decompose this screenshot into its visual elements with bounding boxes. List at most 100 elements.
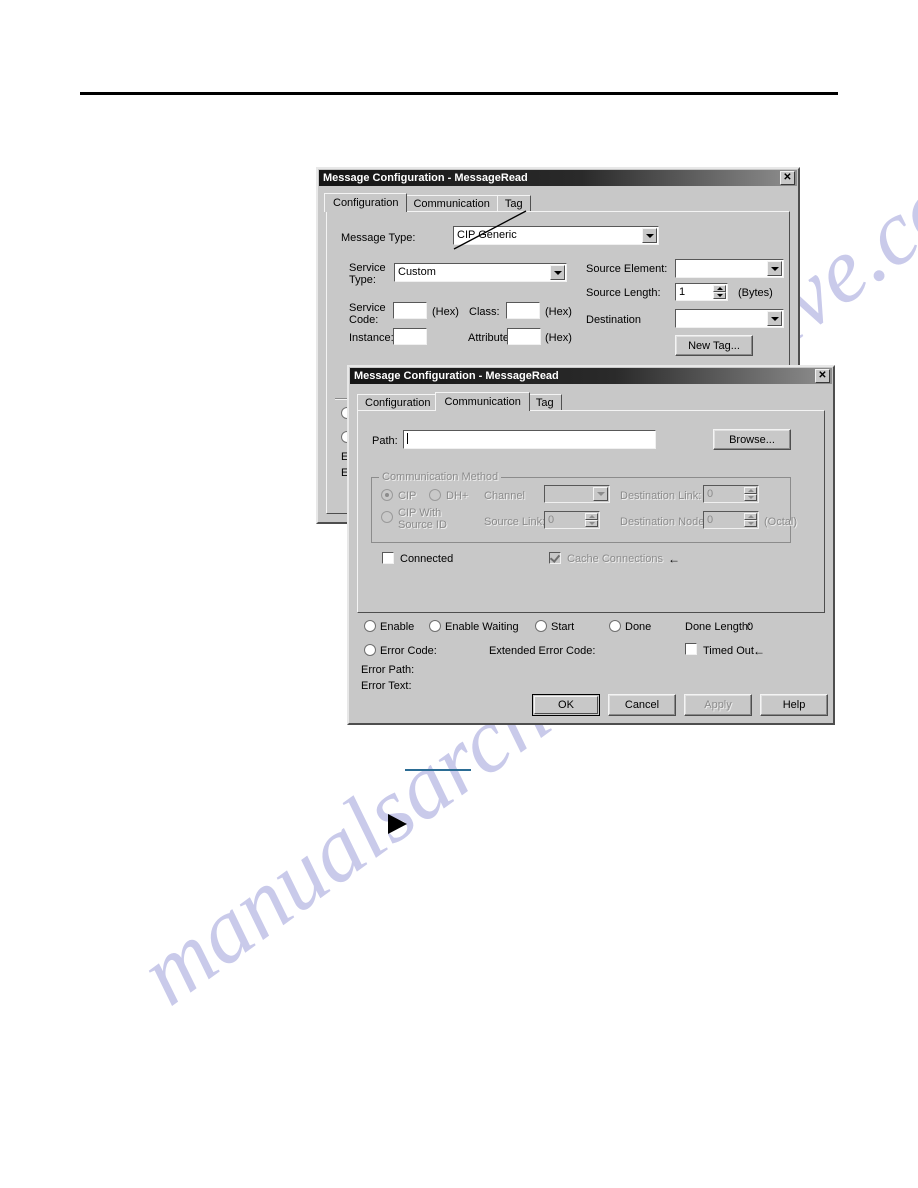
chevron-down-icon[interactable]	[767, 261, 782, 276]
status-start-radio[interactable]	[535, 620, 547, 632]
status-done-radio[interactable]	[609, 620, 621, 632]
destination-node-value: 0	[707, 514, 714, 526]
service-type-combo[interactable]: Custom	[394, 263, 567, 282]
status-error-code-label: Error Code:	[380, 645, 437, 657]
done-length-label: Done Length:	[685, 621, 752, 633]
spinner-up-icon[interactable]	[744, 513, 757, 520]
service-type-label-line2: Type:	[349, 274, 376, 286]
ok-button-label: OK	[534, 696, 598, 714]
source-link-stepper[interactable]: 0	[544, 511, 600, 529]
destination-label: Destination	[586, 314, 642, 326]
message-configuration-dialog-communication: Message Configuration - MessageRead ✕ Co…	[347, 365, 835, 725]
ok-button[interactable]: OK	[532, 694, 600, 716]
radio-dhplus[interactable]	[429, 489, 441, 501]
spinner-buttons[interactable]	[713, 285, 726, 299]
instance-input[interactable]	[393, 328, 427, 345]
tab-tag[interactable]: Tag	[496, 195, 531, 212]
connected-label: Connected	[400, 553, 454, 565]
extended-error-code-label: Extended Error Code:	[489, 645, 596, 657]
status-error-text-label: Error Text:	[361, 680, 412, 692]
source-length-stepper[interactable]: 1	[675, 283, 728, 301]
status-done-label: Done	[625, 621, 652, 633]
close-icon[interactable]: ✕	[815, 369, 830, 383]
spinner-down-icon[interactable]	[744, 494, 757, 501]
status-error-path-label: Error Path:	[361, 664, 415, 676]
tab-configuration-label: Configuration	[365, 397, 431, 409]
dialog1-tabstrip: Configuration Communication Tag	[324, 193, 531, 212]
source-link-value: 0	[548, 514, 555, 526]
dialog1-titlebar[interactable]: Message Configuration - MessageRead ✕	[319, 170, 797, 186]
text-caret	[407, 433, 408, 444]
destination-combo[interactable]	[675, 309, 784, 328]
status-enable-waiting-radio[interactable]	[429, 620, 441, 632]
play-triangle-marker	[388, 814, 407, 834]
chevron-down-icon[interactable]	[550, 265, 565, 280]
tab-communication-label: Communication	[444, 396, 521, 408]
timed-out-checkbox[interactable]	[685, 643, 697, 655]
attribute-input[interactable]	[507, 328, 541, 345]
tab-configuration[interactable]: Configuration	[357, 394, 439, 411]
radio-cip[interactable]	[381, 489, 393, 501]
service-code-label-line2: Code:	[349, 314, 379, 326]
destination-link-value: 0	[707, 488, 714, 500]
service-code-hex-suffix: (Hex)	[432, 306, 459, 318]
class-label: Class:	[469, 306, 500, 318]
spinner-up-icon[interactable]	[713, 285, 726, 292]
status-start-label: Start	[551, 621, 575, 633]
tab-tag[interactable]: Tag	[527, 394, 562, 411]
dialog1-title: Message Configuration - MessageRead	[323, 172, 528, 184]
tab-configuration[interactable]: Configuration	[324, 193, 408, 212]
radio-dhplus-label: DH+	[446, 490, 469, 502]
spinner-up-icon[interactable]	[585, 513, 598, 520]
tab-tag-label: Tag	[535, 397, 554, 409]
service-type-label-line1: Service	[349, 262, 386, 274]
channel-combo[interactable]	[544, 485, 610, 503]
chevron-down-icon[interactable]	[593, 487, 608, 501]
spinner-buttons[interactable]	[744, 513, 757, 527]
tab-communication[interactable]: Communication	[435, 392, 530, 411]
radio-cip-with-source-id-label-line1: CIP With	[398, 507, 442, 519]
spinner-down-icon[interactable]	[585, 520, 598, 527]
spinner-buttons[interactable]	[744, 487, 757, 501]
status-error-code-radio[interactable]	[364, 644, 376, 656]
tab-tag-label: Tag	[504, 198, 523, 210]
service-code-label-line1: Service	[349, 302, 386, 314]
source-element-combo[interactable]	[675, 259, 784, 278]
close-icon[interactable]: ✕	[780, 171, 795, 185]
class-input[interactable]	[506, 302, 540, 319]
destination-value	[676, 310, 766, 327]
destination-link-stepper[interactable]: 0	[703, 485, 759, 503]
status-enable-waiting-label: Enable Waiting	[445, 621, 519, 633]
attribute-hex-suffix: (Hex)	[545, 332, 572, 344]
chevron-down-icon[interactable]	[767, 311, 782, 326]
spinner-down-icon[interactable]	[744, 520, 757, 527]
path-input[interactable]	[403, 430, 656, 449]
message-type-combo[interactable]: CIP Generic	[453, 226, 659, 245]
destination-node-stepper[interactable]: 0	[703, 511, 759, 529]
browse-button[interactable]: Browse...	[713, 429, 791, 450]
cache-connections-checkbox[interactable]	[549, 552, 561, 564]
timed-out-label: Timed Out	[703, 645, 754, 657]
dialog2-titlebar[interactable]: Message Configuration - MessageRead ✕	[350, 368, 832, 384]
spinner-up-icon[interactable]	[744, 487, 757, 494]
source-link-label: Source Link:	[484, 516, 546, 528]
service-code-input[interactable]	[393, 302, 427, 319]
status-enable-radio[interactable]	[364, 620, 376, 632]
spinner-buttons[interactable]	[585, 513, 598, 527]
help-button[interactable]: Help	[760, 694, 828, 716]
chevron-down-icon[interactable]	[642, 228, 657, 243]
message-type-value: CIP Generic	[457, 229, 517, 241]
new-tag-button[interactable]: New Tag...	[675, 335, 753, 356]
cache-connections-label: Cache Connections	[567, 553, 664, 565]
radio-cip-with-source-id[interactable]	[381, 511, 393, 523]
class-hex-suffix: (Hex)	[545, 306, 572, 318]
source-element-label: Source Element:	[586, 263, 668, 275]
redacted-hyperlink[interactable]	[405, 769, 471, 771]
cancel-button[interactable]: Cancel	[608, 694, 676, 716]
destination-link-label: Destination Link:	[620, 490, 702, 502]
connected-checkbox[interactable]	[382, 552, 394, 564]
page-header-rule	[80, 92, 838, 95]
spinner-down-icon[interactable]	[713, 292, 726, 299]
tab-communication[interactable]: Communication	[405, 195, 498, 212]
channel-value	[545, 486, 592, 502]
